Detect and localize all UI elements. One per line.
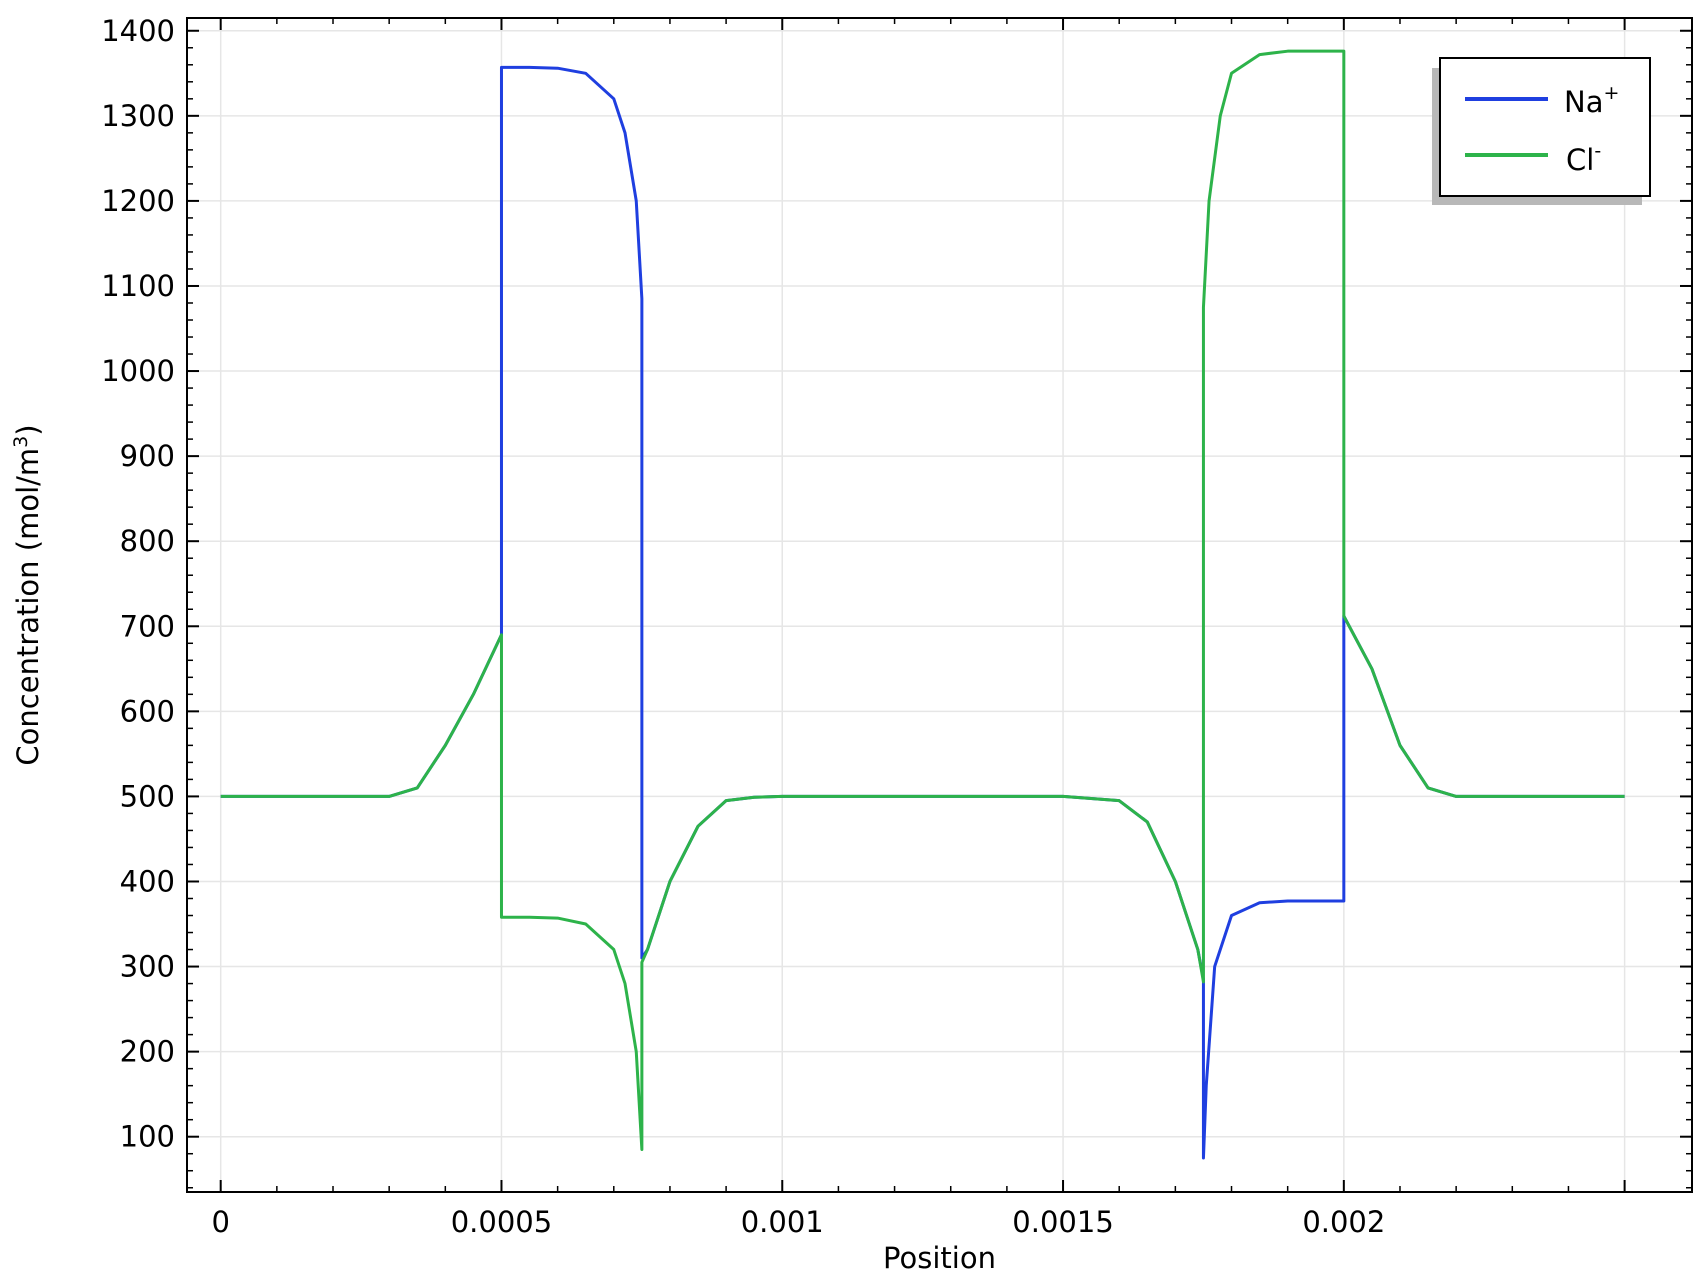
x-tick-label: 0.0005 (451, 1205, 552, 1239)
y-axis-title-end: ) (11, 424, 45, 435)
y-axis-title-main: Concentration (mol/m (11, 448, 45, 766)
y-tick-label: 900 (120, 439, 175, 473)
x-axis-title: Position (883, 1241, 996, 1275)
y-tick-label: 1300 (101, 99, 175, 133)
legend-label-cl-text: Cl (1566, 143, 1594, 177)
y-tick-label: 1200 (101, 184, 175, 218)
y-tick-label: 800 (120, 524, 175, 558)
legend-label-na-superscript: + (1603, 82, 1619, 104)
legend-box (1439, 57, 1651, 197)
x-tick-label: 0.002 (1302, 1205, 1385, 1239)
y-tick-label: 600 (120, 694, 175, 728)
legend: Na+ Cl- (1432, 57, 1651, 205)
y-tick-label: 1100 (101, 269, 175, 303)
x-tick-label: 0 (211, 1205, 229, 1239)
legend-label-na-text: Na (1564, 85, 1603, 119)
y-tick-label: 100 (120, 1120, 175, 1154)
x-tick-label: 0.0015 (1012, 1205, 1113, 1239)
y-axis-title: Concentration (mol/m3) (10, 424, 45, 765)
legend-label-cl-superscript: - (1594, 140, 1601, 162)
x-tick-label: 0.001 (741, 1205, 824, 1239)
y-tick-label: 400 (120, 864, 175, 898)
y-tick-label: 1400 (101, 14, 175, 48)
y-tick-label: 300 (120, 950, 175, 984)
y-tick-label: 1000 (101, 354, 175, 388)
y-tick-label: 500 (120, 779, 175, 813)
y-tick-label: 200 (120, 1035, 175, 1069)
y-axis-title-superscript: 3 (10, 436, 32, 448)
y-tick-label: 700 (120, 609, 175, 643)
line-chart: 100 200 300 400 500 600 700 800 900 1000 1100 1200 1… (0, 0, 1701, 1276)
